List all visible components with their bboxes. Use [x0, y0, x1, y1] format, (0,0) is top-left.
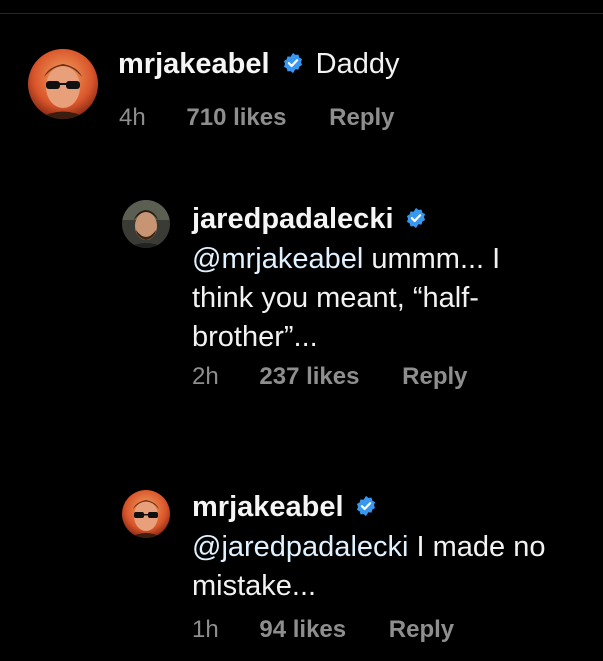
- comment-time: 2h: [192, 363, 219, 390]
- comment-meta: 4h 710 likes Reply: [119, 104, 395, 132]
- comment-text: Daddy: [315, 48, 400, 80]
- verified-badge-icon: [282, 49, 304, 82]
- comment-text-line: ummm... I: [363, 242, 501, 275]
- comment-likes[interactable]: 710 likes: [186, 104, 286, 132]
- comment-2: jaredpadalecki @mrjakeabel ummm... I thi…: [0, 180, 603, 400]
- avatar-jaredpadalecki[interactable]: [122, 200, 170, 248]
- comment-text-line: mistake...: [192, 569, 317, 602]
- avatar-mrjakeabel[interactable]: [28, 49, 98, 119]
- comment-text-line: think you meant, “half-: [192, 281, 479, 314]
- reply-button[interactable]: Reply: [402, 363, 467, 391]
- comment-time: 4h: [119, 104, 146, 131]
- comment-meta: 2h 237 likes Reply: [192, 363, 468, 391]
- comment-time: 1h: [192, 616, 219, 643]
- comment-3: mrjakeabel @jaredpadalecki I made no mis…: [0, 470, 603, 661]
- mention-link[interactable]: @jaredpadalecki: [192, 531, 408, 563]
- comment-username[interactable]: mrjakeabel: [192, 491, 344, 523]
- comment-text-line: brother”...: [192, 320, 318, 353]
- verified-badge-icon: [405, 201, 427, 240]
- comment-meta: 1h 94 likes Reply: [192, 616, 454, 644]
- comment-1: mrjakeabel Daddy 4h 710 likes Reply: [0, 0, 603, 150]
- comment-text-line: I made no: [408, 530, 546, 563]
- avatar-mrjakeabel[interactable]: [122, 490, 170, 538]
- comment-username[interactable]: mrjakeabel: [118, 48, 270, 80]
- comment-likes[interactable]: 237 likes: [259, 363, 359, 391]
- comment-likes[interactable]: 94 likes: [259, 616, 346, 644]
- reply-button[interactable]: Reply: [329, 104, 394, 132]
- reply-button[interactable]: Reply: [389, 616, 454, 644]
- mention-link[interactable]: @mrjakeabel: [192, 243, 363, 275]
- comment-username[interactable]: jaredpadalecki: [192, 203, 394, 235]
- verified-badge-icon: [355, 489, 377, 528]
